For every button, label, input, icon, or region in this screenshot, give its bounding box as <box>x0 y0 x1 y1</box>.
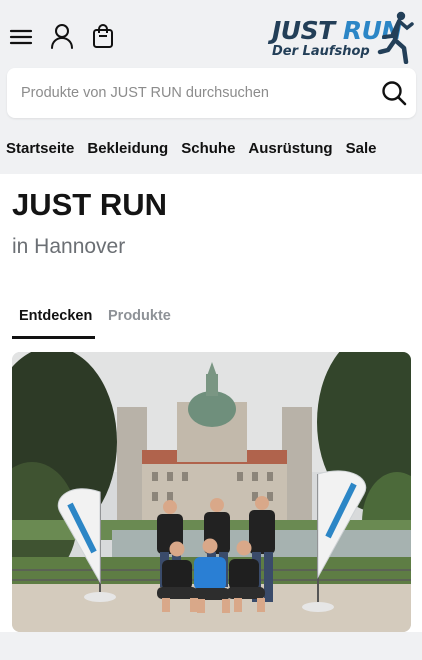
nav-item-ausruestung[interactable]: Ausrüstung <box>248 140 332 157</box>
runner-figure-icon <box>377 11 414 64</box>
store-tabs: Entdecken Produkte <box>12 300 412 340</box>
store-team-photo <box>12 352 411 632</box>
team-photo-illustration <box>12 352 411 632</box>
nav-item-sale[interactable]: Sale <box>346 140 377 157</box>
nav-item-schuhe[interactable]: Schuhe <box>181 140 235 157</box>
search-bar[interactable] <box>7 68 416 118</box>
search-input[interactable] <box>21 68 371 118</box>
shopping-bag-icon[interactable] <box>87 20 119 52</box>
user-account-icon[interactable] <box>46 20 78 52</box>
site-header: JUST RUN Der Laufshop Startseite Bekleid… <box>0 0 422 174</box>
nav-item-bekleidung[interactable]: Bekleidung <box>87 140 168 157</box>
top-bar: JUST RUN Der Laufshop <box>0 8 422 64</box>
tab-entdecken[interactable]: Entdecken <box>19 308 92 324</box>
search-icon[interactable] <box>380 79 408 107</box>
hamburger-menu-icon[interactable] <box>6 22 36 52</box>
store-location: in Hannover <box>12 235 126 258</box>
main-navigation: Startseite Bekleidung Schuhe Ausrüstung … <box>6 140 376 157</box>
nav-item-startseite[interactable]: Startseite <box>6 140 74 157</box>
logo-brand-first: JUST <box>272 16 343 45</box>
store-title: JUST RUN <box>12 187 168 222</box>
logo-tagline: Der Laufshop <box>272 44 370 59</box>
footer-strip <box>0 632 422 660</box>
just-run-logo[interactable]: JUST RUN Der Laufshop <box>270 10 416 64</box>
tab-produkte[interactable]: Produkte <box>108 308 171 324</box>
active-tab-indicator <box>12 336 95 339</box>
